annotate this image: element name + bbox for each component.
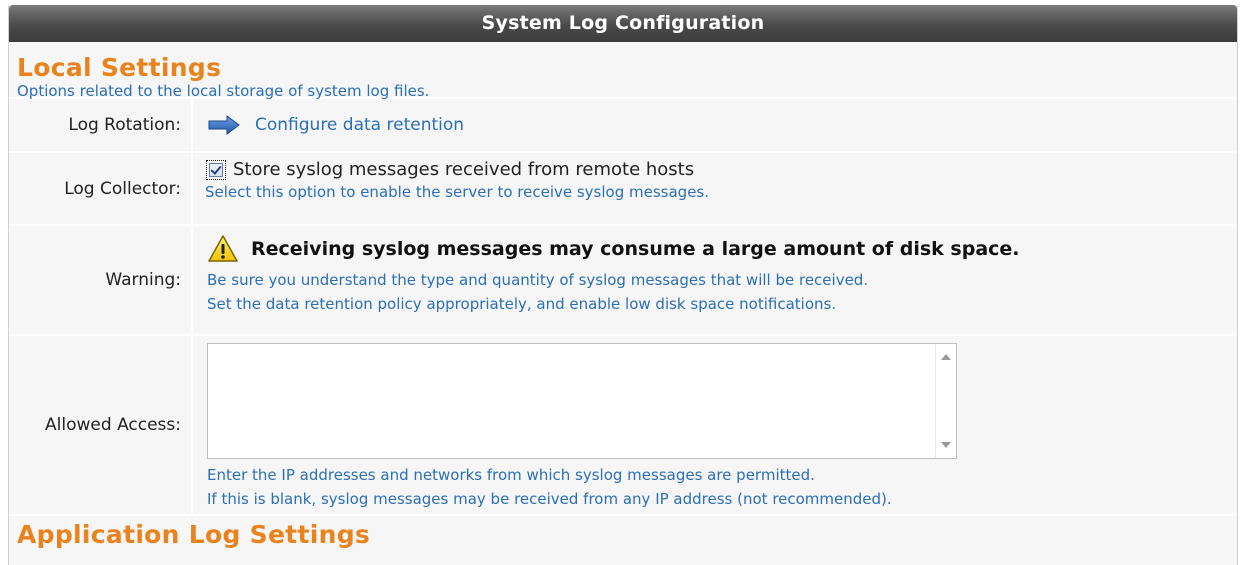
application-log-settings-section: Application Log Settings: [9, 516, 1237, 548]
scroll-up-icon[interactable]: [941, 354, 951, 360]
local-settings-heading: Local Settings: [17, 53, 222, 82]
configure-data-retention-link[interactable]: Configure data retention: [208, 99, 1237, 151]
log-collector-help: Select this option to enable the server …: [205, 183, 710, 201]
log-rotation-label: Log Rotation:: [9, 99, 193, 151]
configure-data-retention-text: Configure data retention: [255, 115, 465, 135]
log-collector-row: Log Collector: Store syslog messages rec…: [9, 153, 1237, 226]
right-arrow-icon: [208, 115, 240, 135]
allowed-access-label: Allowed Access:: [9, 336, 193, 514]
panel-title: System Log Configuration: [9, 5, 1237, 42]
local-settings-description: Options related to the local storage of …: [17, 82, 430, 100]
warning-line-2: Set the data retention policy appropriat…: [207, 295, 837, 313]
allowed-access-help-2: If this is blank, syslog messages may be…: [207, 490, 892, 508]
local-settings-section: Local Settings Options related to the lo…: [9, 42, 1237, 100]
scroll-down-icon[interactable]: [941, 442, 951, 448]
warning-label: Warning:: [9, 226, 193, 334]
warning-row: Warning: Receiving syslog messages may c…: [9, 226, 1237, 336]
application-log-settings-heading: Application Log Settings: [17, 520, 371, 549]
allowed-access-help-1: Enter the IP addresses and networks from…: [207, 466, 815, 484]
config-panel: System Log Configuration Local Settings …: [8, 5, 1238, 565]
allowed-access-textarea[interactable]: [207, 343, 957, 459]
store-syslog-checkbox-label[interactable]: Store syslog messages received from remo…: [233, 159, 694, 180]
store-syslog-checkbox[interactable]: [206, 159, 226, 180]
warning-icon: [208, 235, 238, 262]
log-collector-label: Log Collector:: [9, 153, 193, 224]
warning-headline: Receiving syslog messages may consume a …: [251, 238, 1020, 260]
log-rotation-row: Log Rotation: Configure data retention: [9, 99, 1237, 153]
textarea-scrollbar[interactable]: [935, 344, 956, 458]
allowed-access-row: Allowed Access: Enter the IP addresses a…: [9, 336, 1237, 516]
warning-line-1: Be sure you understand the type and quan…: [207, 271, 869, 289]
